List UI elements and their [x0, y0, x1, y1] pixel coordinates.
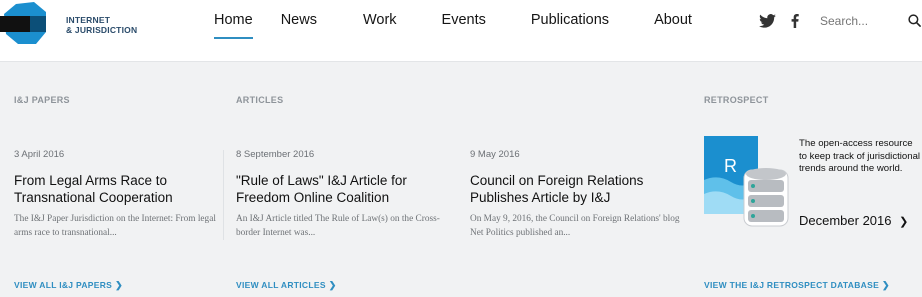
social-links	[758, 13, 804, 29]
article-excerpt: An I&J Article titled The Rule of Law(s)…	[236, 214, 440, 238]
retrospect-database-image[interactable]: R	[704, 136, 790, 228]
view-all-papers-label: VIEW ALL I&J PAPERS	[14, 280, 113, 290]
paper-date: 3 April 2016	[14, 149, 65, 160]
nav-about[interactable]: About	[646, 12, 700, 38]
retrospect-edition-label: December 2016	[799, 213, 892, 228]
logo-wordmark: INTERNET & JURISDICTION	[66, 15, 137, 35]
nav-work[interactable]: Work	[355, 12, 405, 38]
paper-excerpt: The I&J Paper Jurisdiction on the Intern…	[14, 214, 216, 238]
twitter-icon[interactable]	[758, 13, 776, 29]
logo-line-1: INTERNET	[66, 15, 111, 25]
search-input[interactable]	[820, 14, 898, 28]
logo-mark-icon	[0, 2, 46, 44]
nav-news[interactable]: News	[273, 12, 325, 38]
nav-events[interactable]: Events	[434, 12, 494, 38]
main-nav: Home News Work Events Publications About	[206, 12, 729, 39]
article-date: 8 September 2016	[236, 149, 315, 160]
logo-line-2: & JURISDICTION	[66, 25, 138, 35]
column-divider	[223, 150, 224, 240]
retrospect-section-label: RETROSPECT	[704, 95, 769, 105]
view-all-papers-link[interactable]: VIEW ALL I&J PAPERS ❯	[14, 280, 123, 291]
facebook-icon[interactable]	[786, 13, 804, 29]
site-logo[interactable]: INTERNET & JURISDICTION	[0, 2, 140, 46]
search-box	[811, 10, 922, 32]
chevron-right-icon: ❯	[115, 280, 123, 290]
nav-publications[interactable]: Publications	[523, 12, 617, 38]
retrospect-edition-link[interactable]: December 2016 ❯	[799, 213, 908, 228]
article-title[interactable]: "Rule of Laws" I&J Article for Freedom O…	[236, 172, 446, 206]
database-icon	[743, 168, 789, 227]
chevron-right-icon: ❯	[899, 216, 909, 228]
retrospect-image-letter: R	[724, 156, 737, 176]
article-title[interactable]: Council on Foreign Relations Publishes A…	[470, 172, 680, 206]
chevron-right-icon: ❯	[882, 280, 890, 290]
view-all-articles-label: VIEW ALL ARTICLES	[236, 280, 326, 290]
papers-section-label: I&J PAPERS	[14, 95, 70, 105]
view-retrospect-database-link[interactable]: VIEW THE I&J RETROSPECT DATABASE ❯	[704, 280, 890, 291]
article-excerpt: On May 9, 2016, the Council on Foreign R…	[470, 214, 680, 238]
nav-home[interactable]: Home	[206, 12, 261, 39]
article-date: 9 May 2016	[470, 149, 520, 160]
retrospect-description: The open-access resource to keep track o…	[799, 138, 921, 175]
chevron-right-icon: ❯	[328, 280, 337, 290]
search-icon[interactable]	[908, 14, 922, 28]
site-header: INTERNET & JURISDICTION Home News Work E…	[0, 0, 922, 62]
articles-section-label: ARTICLES	[236, 95, 284, 105]
view-all-articles-link[interactable]: VIEW ALL ARTICLES ❯	[236, 280, 337, 291]
view-retrospect-label: VIEW THE I&J RETROSPECT DATABASE	[704, 280, 880, 290]
paper-title[interactable]: From Legal Arms Race to Transnational Co…	[14, 172, 224, 206]
